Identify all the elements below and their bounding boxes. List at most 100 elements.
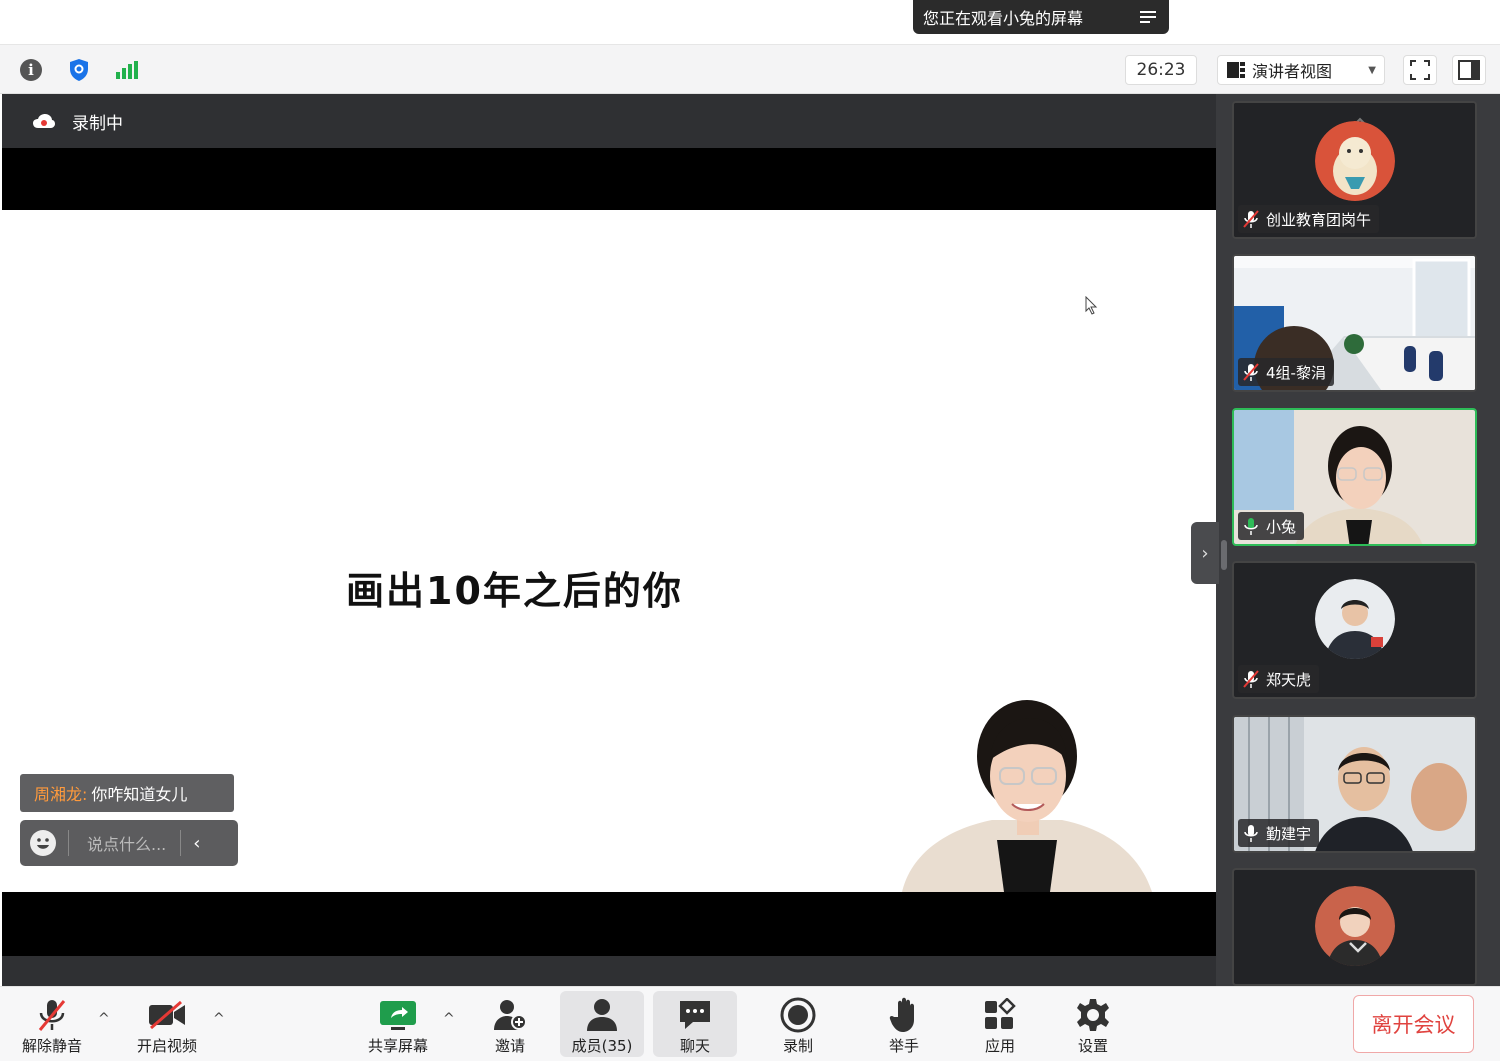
cloud-record-icon	[33, 114, 55, 128]
view-mode-label: 演讲者视图	[1252, 62, 1333, 81]
bottom-toolbar: 解除静音 ^ 开启视频 ^ 共享屏幕 ^ 邀请 成员(35) 聊天 录制 举手 …	[0, 986, 1500, 1061]
chat-input-placeholder[interactable]: 说点什么...	[87, 831, 166, 855]
gear-icon	[1077, 999, 1109, 1031]
invite-label: 邀请	[494, 1037, 525, 1055]
participant-tile[interactable]	[1232, 868, 1477, 986]
unmute-button[interactable]: 解除静音	[14, 991, 90, 1057]
participant-name-tag: 4组-黎涓	[1238, 358, 1334, 386]
stage-footer	[2, 956, 1216, 986]
participant-name: 勤建宇	[1266, 824, 1312, 843]
meeting-info-button[interactable]: i	[16, 55, 46, 85]
avatar	[1315, 886, 1395, 966]
recording-label: 录制中	[72, 113, 123, 134]
participant-name-tag: 小兔	[1238, 512, 1305, 540]
record-label: 录制	[782, 1037, 813, 1055]
mic-muted-icon	[38, 1000, 66, 1031]
sidebar-scrollbar[interactable]	[1221, 540, 1227, 570]
chat-label: 聊天	[679, 1037, 710, 1055]
participant-tile[interactable]: 郑天虎	[1232, 561, 1477, 699]
apps-button[interactable]: 应用	[966, 991, 1034, 1057]
unmute-label: 解除静音	[21, 1037, 82, 1055]
chat-sender: 周湘龙:	[34, 785, 88, 804]
view-mode-dropdown[interactable]: 演讲者视图 ▼	[1217, 55, 1385, 85]
presenter-video	[902, 700, 1152, 892]
collapse-sidebar-button[interactable]: ›	[1191, 522, 1219, 584]
raise-hand-label: 举手	[888, 1037, 919, 1055]
members-label: 成员(35)	[571, 1037, 633, 1055]
chat-button[interactable]: 聊天	[653, 991, 737, 1057]
sidebar-toggle-button[interactable]	[1452, 55, 1486, 85]
fullscreen-button[interactable]	[1403, 55, 1437, 85]
chevron-left-icon[interactable]: ‹	[193, 833, 200, 854]
participant-tile[interactable]: 创业教育团岗午	[1232, 101, 1477, 239]
fullscreen-icon	[1410, 60, 1430, 80]
shared-screen-stage: 录制中 画出10年之后的你 周湘龙: 你咋知道女儿 说点什么... ‹	[2, 94, 1216, 986]
avatar	[1315, 121, 1395, 201]
record-button[interactable]: 录制	[764, 991, 832, 1057]
apps-icon	[985, 998, 1016, 1029]
chevron-up-icon[interactable]: ^	[98, 1011, 110, 1027]
mouse-cursor-icon	[1085, 296, 1098, 315]
recording-indicator: 录制中	[2, 94, 1216, 148]
share-screen-icon	[380, 1001, 416, 1030]
participant-tile[interactable]: 勤建宇	[1232, 715, 1477, 853]
screen-share-banner[interactable]: 您正在观看小兔的屏幕	[913, 0, 1169, 34]
start-video-button[interactable]: 开启视频	[128, 991, 206, 1057]
participant-name: 小兔	[1266, 517, 1297, 536]
share-screen-button[interactable]: 共享屏幕	[360, 991, 436, 1057]
record-icon	[780, 997, 816, 1033]
chevron-up-icon[interactable]: ^	[443, 1011, 455, 1027]
members-icon	[587, 999, 617, 1031]
network-status-button[interactable]	[112, 55, 142, 85]
chat-message: 你咋知道女儿	[91, 785, 188, 804]
chat-bubble: 周湘龙: 你咋知道女儿	[20, 774, 234, 812]
letterbox-top	[2, 148, 1216, 210]
security-button[interactable]	[64, 55, 94, 85]
camera-off-icon	[149, 1000, 185, 1030]
participant-name-tag: 创业教育团岗午	[1238, 205, 1380, 233]
chevron-up-icon[interactable]: ^	[213, 1011, 225, 1027]
menu-icon[interactable]	[1137, 6, 1159, 28]
slide-title: 画出10年之后的你	[346, 569, 683, 613]
mic-muted-icon	[1243, 363, 1259, 381]
letterbox-bottom	[2, 892, 1216, 956]
participant-tile[interactable]: 小兔	[1232, 408, 1477, 546]
top-toolbar: i 26:23 演讲者视图 ▼	[0, 44, 1500, 94]
emoji-icon[interactable]	[30, 830, 56, 856]
mic-active-icon	[1244, 518, 1258, 535]
mic-muted-icon	[1243, 210, 1259, 228]
share-banner-text: 您正在观看小兔的屏幕	[923, 9, 1084, 28]
participant-name: 郑天虎	[1266, 670, 1312, 689]
participant-name: 创业教育团岗午	[1266, 210, 1372, 229]
mic-icon	[1244, 825, 1258, 842]
divider	[68, 830, 69, 856]
meeting-timer: 26:23	[1125, 55, 1197, 85]
start-video-label: 开启视频	[136, 1037, 197, 1055]
chevron-down-icon[interactable]	[1346, 940, 1370, 954]
shield-icon	[70, 59, 88, 81]
hand-icon	[889, 997, 914, 1032]
signal-icon	[116, 61, 138, 79]
apps-label: 应用	[984, 1037, 1015, 1055]
divider	[180, 830, 182, 856]
participant-name: 4组-黎涓	[1266, 363, 1326, 382]
panel-icon	[1458, 60, 1480, 80]
add-user-icon	[494, 1000, 527, 1030]
settings-label: 设置	[1077, 1037, 1108, 1055]
participant-tile[interactable]: 4组-黎涓	[1232, 254, 1477, 392]
members-button[interactable]: 成员(35)	[560, 991, 644, 1057]
leave-meeting-button[interactable]: 离开会议	[1353, 995, 1474, 1053]
chevron-down-icon: ▼	[1368, 64, 1376, 76]
info-icon: i	[20, 59, 42, 81]
share-screen-label: 共享屏幕	[367, 1037, 428, 1055]
participant-name-tag: 勤建宇	[1238, 819, 1320, 847]
participant-name-tag: 郑天虎	[1238, 665, 1320, 693]
settings-button[interactable]: 设置	[1059, 991, 1127, 1057]
invite-button[interactable]: 邀请	[476, 991, 544, 1057]
raise-hand-button[interactable]: 举手	[870, 991, 938, 1057]
avatar	[1315, 579, 1395, 659]
mic-muted-icon	[1243, 670, 1259, 688]
chat-icon	[680, 1001, 710, 1029]
chat-quick-input[interactable]: 说点什么... ‹	[20, 820, 238, 866]
meeting-window: 您正在观看小兔的屏幕 i 26:23 演讲者视图 ▼ 录制中 画出10年之后的你…	[0, 0, 1500, 1061]
